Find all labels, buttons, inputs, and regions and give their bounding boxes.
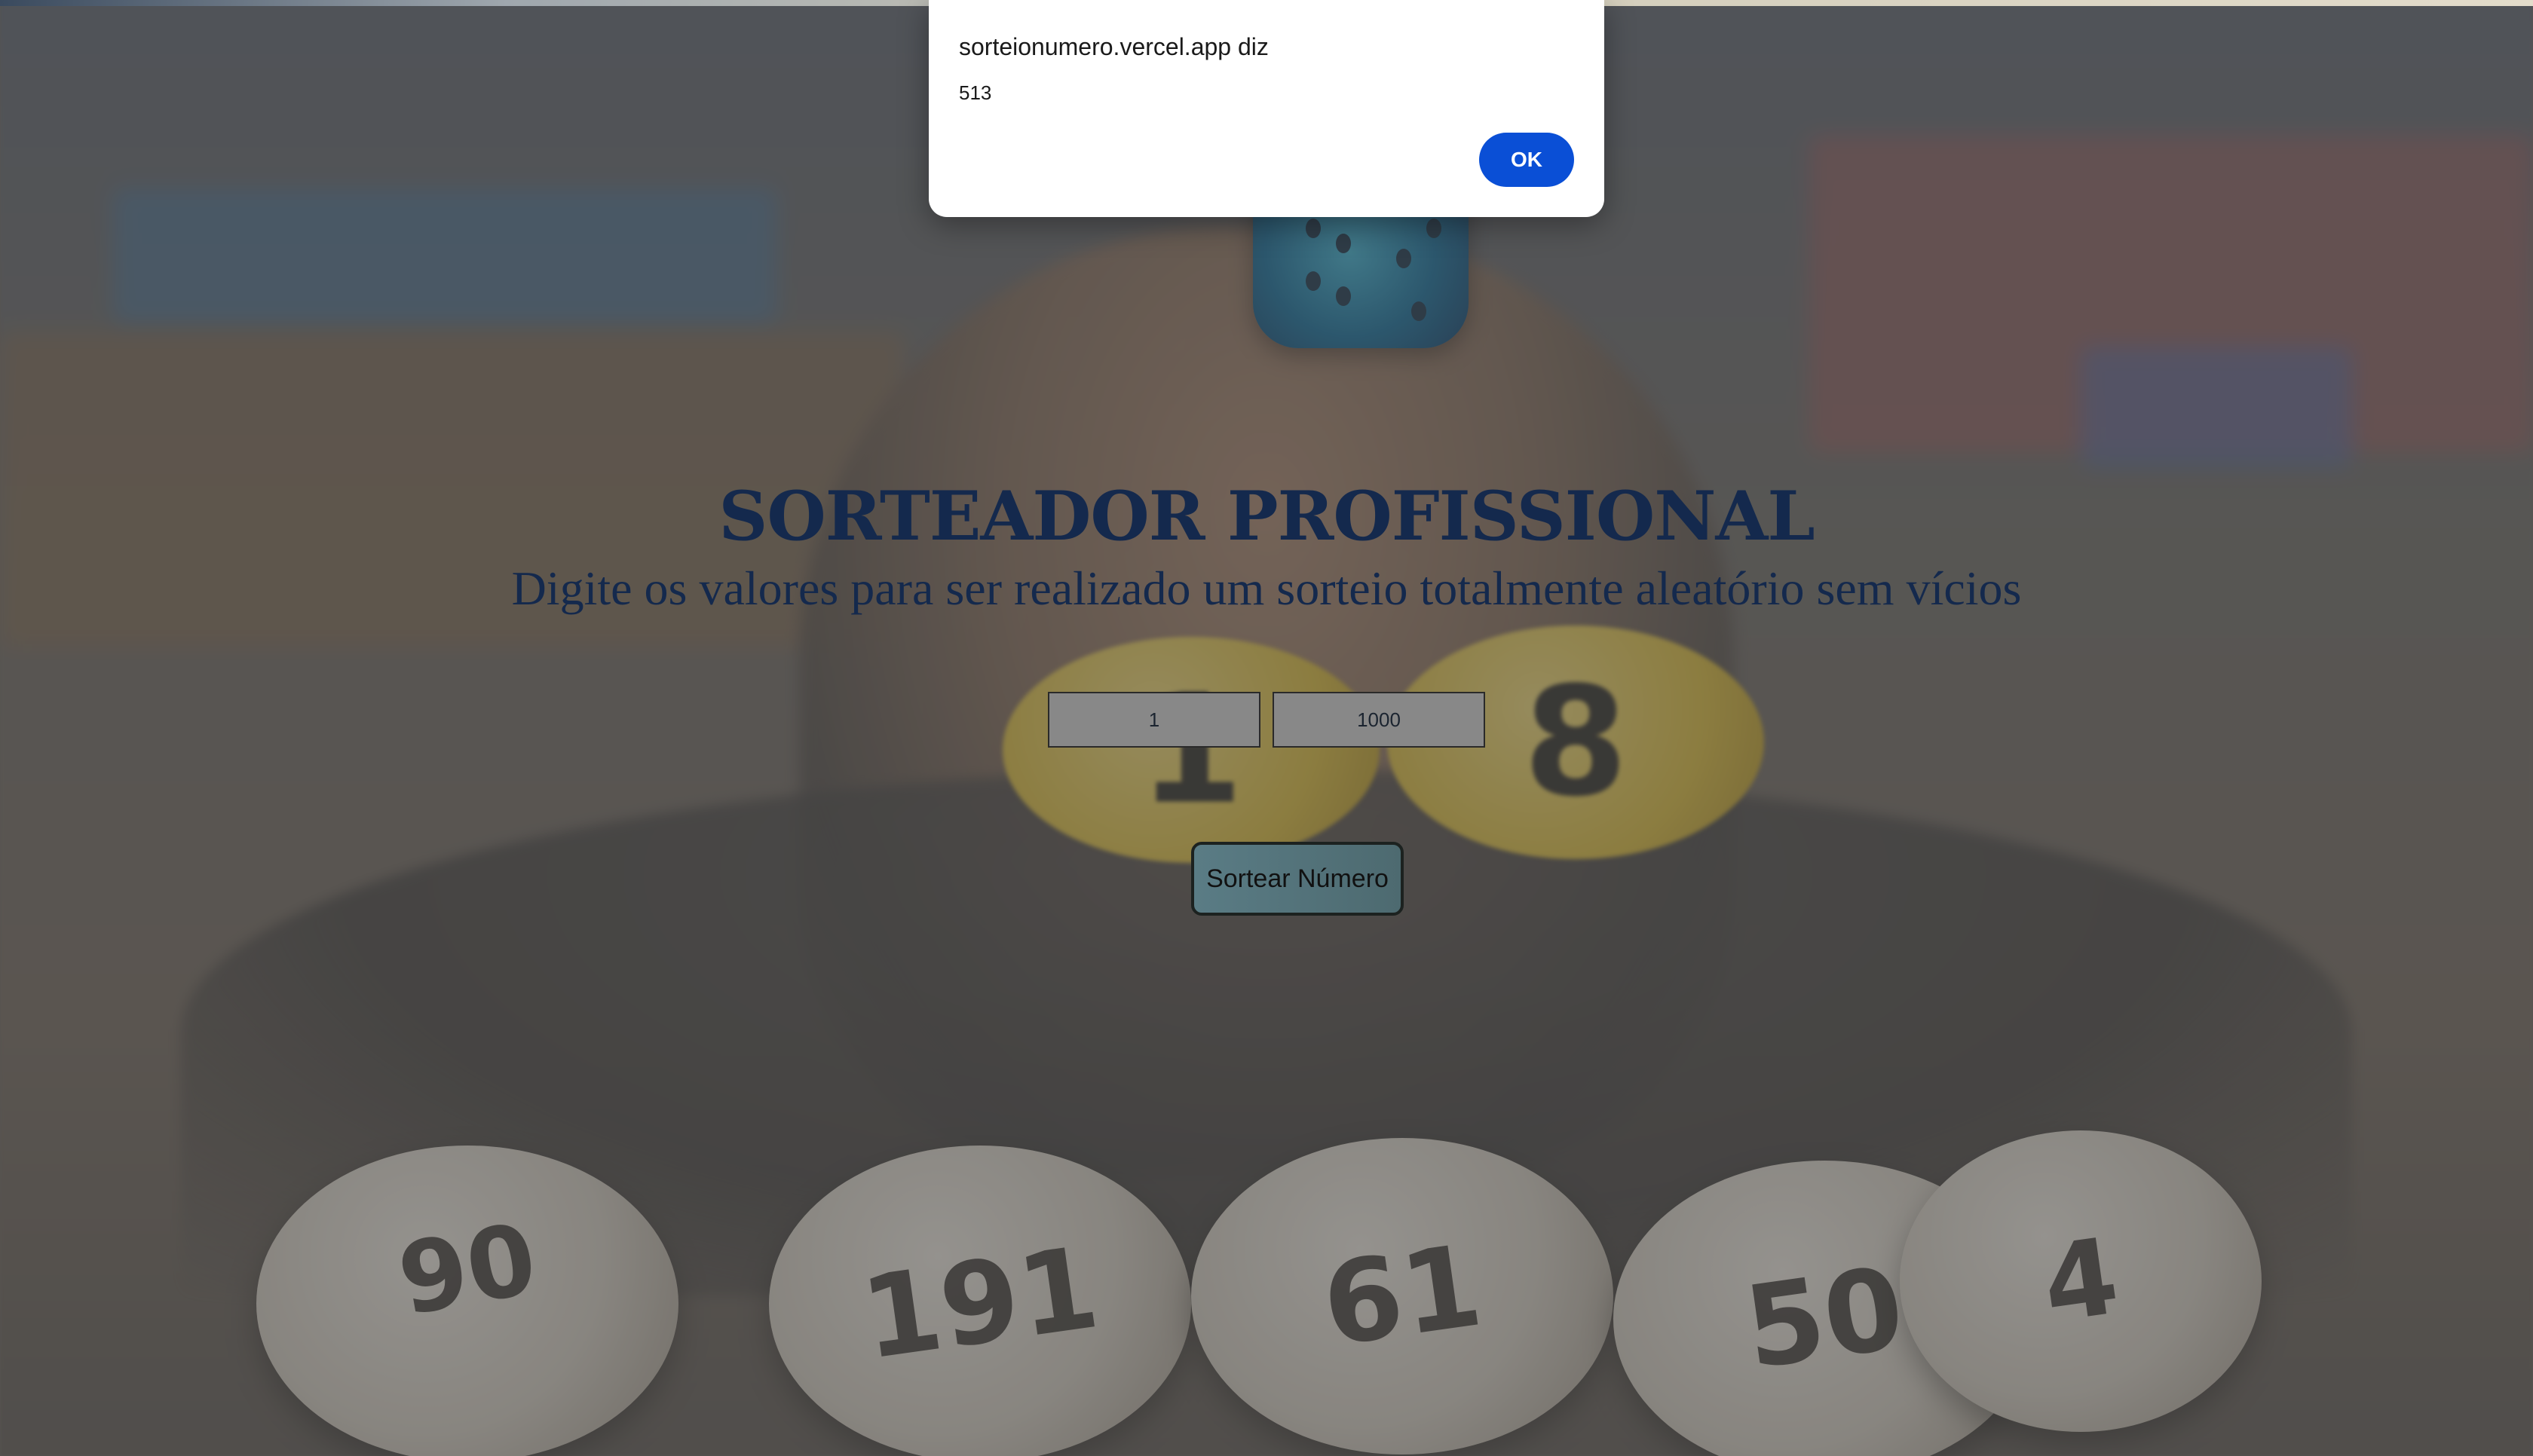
main-content: SORTEADOR PROFISSIONAL Digite os valores… [0,0,2533,1456]
alert-ok-button[interactable]: OK [1479,133,1574,187]
min-value-input[interactable] [1048,692,1260,748]
page: 1 8 90 191 61 50 4 SORTEADOR PROFISSIONA… [0,0,2533,1456]
draw-number-button[interactable]: Sortear Número [1191,842,1404,916]
page-subtitle: Digite os valores para ser realizado um … [511,561,2022,615]
page-title: SORTEADOR PROFISSIONAL [718,476,1815,556]
range-inputs [0,692,2533,748]
alert-message: 513 [959,81,992,104]
max-value-input[interactable] [1273,692,1485,748]
alert-origin: sorteionumero.vercel.app diz [959,33,1269,60]
alert-dialog: sorteionumero.vercel.app diz 513 OK [929,0,1604,217]
